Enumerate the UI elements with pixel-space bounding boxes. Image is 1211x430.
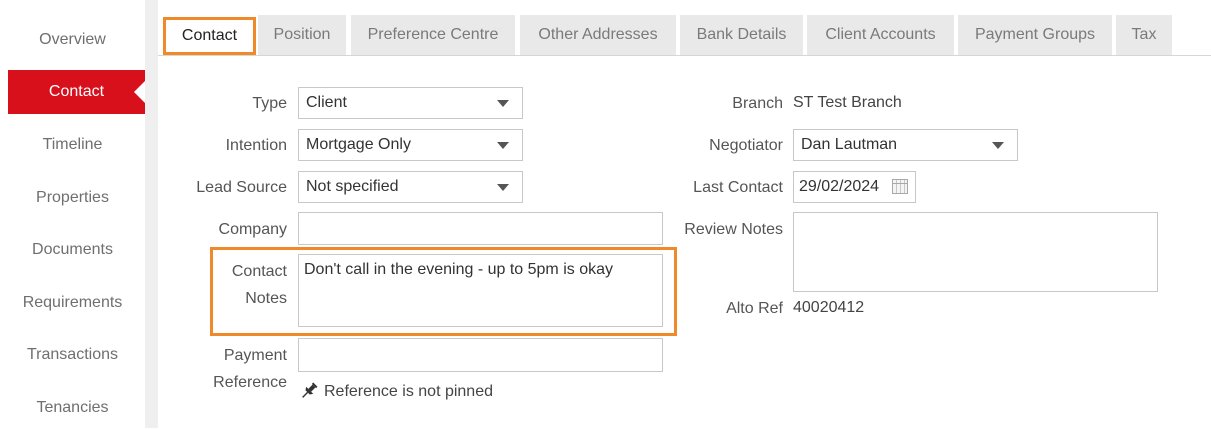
intention-select[interactable]: Mortgage Only	[298, 129, 523, 161]
tab-preference-centre[interactable]: Preference Centre	[351, 15, 515, 55]
lead-source-label: Lead Source	[196, 179, 287, 196]
tab-client-accounts[interactable]: Client Accounts	[807, 15, 954, 55]
nav-item-overview[interactable]: Overview	[0, 18, 145, 62]
company-label: Company	[218, 221, 287, 238]
intention-value: Mortgage Only	[306, 136, 411, 153]
lead-source-select[interactable]: Not specified	[298, 171, 523, 203]
chevron-down-icon	[497, 184, 509, 191]
sidebar-divider	[145, 0, 158, 428]
type-select[interactable]: Client	[298, 87, 523, 119]
tab-payment-groups[interactable]: Payment Groups	[958, 15, 1112, 55]
payment-reference-label: Payment Reference	[213, 347, 287, 391]
pin-status-text: Reference is not pinned	[324, 383, 493, 400]
nav-item-timeline[interactable]: Timeline	[0, 123, 145, 167]
side-navigation: Overview Contact Timeline Properties Doc…	[0, 0, 145, 428]
chevron-down-icon	[497, 142, 509, 149]
contact-notes-textarea[interactable]: Don't call in the evening - up to 5pm is…	[298, 254, 663, 327]
negotiator-select[interactable]: Dan Lautman	[793, 129, 1018, 161]
lead-source-value: Not specified	[306, 178, 399, 195]
nav-item-properties[interactable]: Properties	[0, 176, 145, 220]
tab-strip: Contact Position Preference Centre Other…	[158, 0, 1211, 56]
chevron-down-icon	[992, 142, 1004, 149]
last-contact-value: 29/02/2024	[799, 178, 880, 195]
type-label: Type	[252, 95, 287, 112]
pin-icon[interactable]	[298, 380, 320, 402]
last-contact-label: Last Contact	[693, 179, 783, 196]
nav-item-contact[interactable]: Contact	[8, 70, 145, 114]
nav-item-documents[interactable]: Documents	[0, 228, 145, 272]
negotiator-label: Negotiator	[709, 137, 783, 154]
nav-item-requirements[interactable]: Requirements	[0, 281, 145, 325]
alto-ref-value: 40020412	[793, 299, 865, 316]
chevron-down-icon	[497, 100, 509, 107]
review-notes-textarea[interactable]	[793, 212, 1158, 292]
calendar-icon[interactable]	[892, 179, 908, 194]
tab-tax[interactable]: Tax	[1116, 15, 1172, 55]
tab-position[interactable]: Position	[258, 15, 346, 55]
type-value: Client	[306, 94, 347, 111]
intention-label: Intention	[225, 137, 287, 154]
nav-item-transactions[interactable]: Transactions	[0, 333, 145, 377]
negotiator-value: Dan Lautman	[801, 136, 898, 153]
branch-value: ST Test Branch	[793, 94, 902, 111]
contact-notes-label: Contact Notes	[231, 263, 287, 307]
company-input[interactable]	[298, 212, 663, 245]
tab-contact[interactable]: Contact	[163, 17, 256, 55]
payment-reference-input[interactable]	[298, 338, 663, 372]
tab-other-addresses[interactable]: Other Addresses	[520, 15, 676, 55]
tab-bank-details[interactable]: Bank Details	[680, 15, 803, 55]
review-notes-label: Review Notes	[684, 221, 783, 238]
nav-item-tenancies[interactable]: Tenancies	[0, 386, 145, 430]
last-contact-date-field[interactable]: 29/02/2024	[793, 171, 916, 203]
alto-ref-label: Alto Ref	[726, 300, 783, 317]
branch-label: Branch	[732, 95, 783, 112]
